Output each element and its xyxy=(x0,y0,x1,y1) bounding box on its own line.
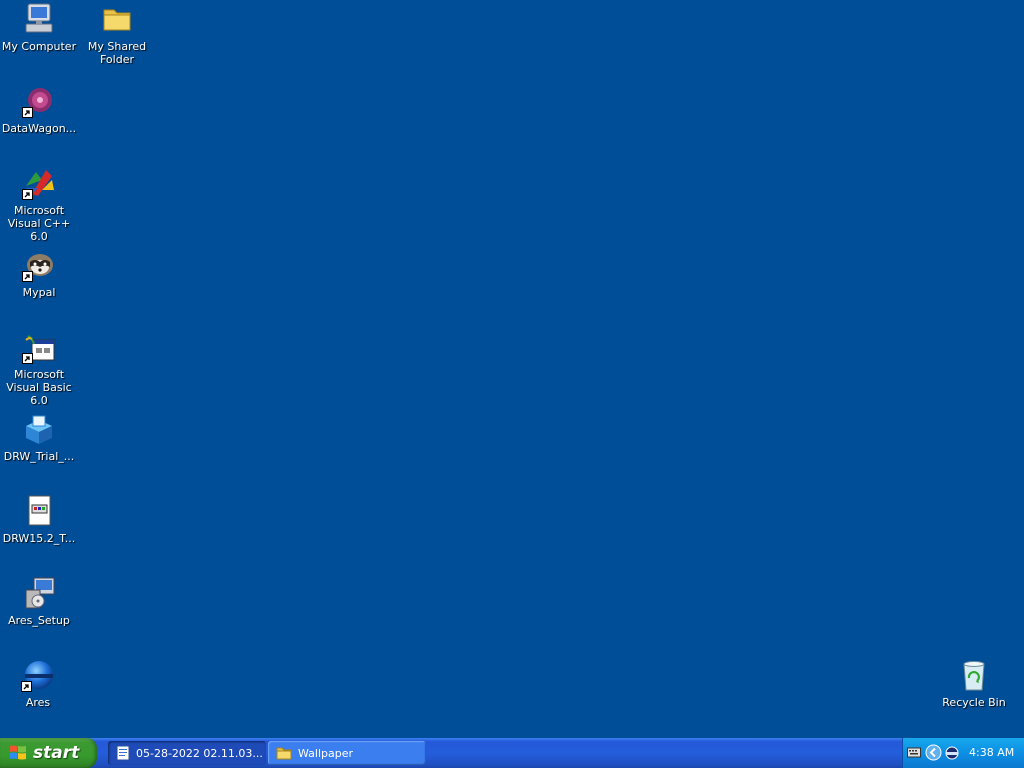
shortcut-arrow-icon xyxy=(22,353,33,364)
taskbar-button-label: 05-28-2022 02.11.03... xyxy=(136,746,263,760)
taskbar-button-document[interactable]: 05-28-2022 02.11.03... xyxy=(108,741,266,765)
desktop-icon-ares-setup[interactable]: Ares_Setup xyxy=(0,576,78,627)
desktop-icon-label: Microsoft Visual C++ 6.0 xyxy=(7,204,71,243)
taskbar: start 05-28-2022 02.11.03... Wallpaper 4… xyxy=(0,738,1024,768)
windows-logo-icon xyxy=(8,742,28,765)
folder-icon xyxy=(276,746,292,760)
shortcut-arrow-icon xyxy=(22,107,33,118)
desktop-icon-label: My Computer xyxy=(1,40,77,53)
desktop-icon-recycle-bin[interactable]: Recycle Bin xyxy=(935,658,1013,709)
desktop-icon-mypal[interactable]: Mypal xyxy=(0,248,78,299)
taskbar-button-wallpaper[interactable]: Wallpaper xyxy=(268,741,426,765)
desktop-icon-label: Mypal xyxy=(22,286,56,299)
desktop-icon-visual-basic[interactable]: Microsoft Visual Basic 6.0 xyxy=(0,330,78,407)
shortcut-arrow-icon xyxy=(22,271,33,282)
ares-globe-icon xyxy=(21,658,55,692)
desktop-icon-my-computer[interactable]: My Computer xyxy=(0,2,78,53)
my-computer-icon xyxy=(22,2,56,36)
start-label: start xyxy=(33,743,80,763)
desktop-icon-label: DataWagon... xyxy=(1,122,77,135)
desktop-icon-label: My Shared Folder xyxy=(87,40,147,66)
desktop: My Computer My Shared Folder DataWagon..… xyxy=(0,0,1024,738)
folder-icon xyxy=(100,2,134,36)
visual-cpp-icon xyxy=(22,166,56,200)
desktop-icon-label: DRW_Trial_... xyxy=(3,450,75,463)
desktop-icon-label: Ares_Setup xyxy=(8,614,70,627)
start-button[interactable]: start xyxy=(0,738,97,768)
datawagon-icon xyxy=(22,84,56,118)
system-tray: 4:38 AM xyxy=(902,738,1024,768)
clock[interactable]: 4:38 AM xyxy=(969,746,1014,759)
desktop-icon-label: Ares xyxy=(25,696,51,709)
desktop-icon-ares[interactable]: Ares xyxy=(0,658,77,709)
network-icon[interactable] xyxy=(945,746,959,763)
desktop-icon-label: Microsoft Visual Basic 6.0 xyxy=(6,368,72,407)
chevron-left-icon[interactable] xyxy=(925,744,942,764)
shortcut-arrow-icon xyxy=(22,189,33,200)
shortcut-arrow-icon xyxy=(21,681,32,692)
mypal-raccoon-icon xyxy=(22,248,56,282)
desktop-icon-drw15[interactable]: DRW15.2_T... xyxy=(0,494,78,545)
recycle-bin-icon xyxy=(957,658,991,692)
desktop-icon-drw-trial[interactable]: DRW_Trial_... xyxy=(0,412,78,463)
desktop-icon-visual-cpp[interactable]: Microsoft Visual C++ 6.0 xyxy=(0,166,78,243)
taskbar-button-label: Wallpaper xyxy=(298,746,354,760)
desktop-icon-my-shared-folder[interactable]: My Shared Folder xyxy=(78,2,156,66)
document-icon xyxy=(22,494,56,528)
document-icon xyxy=(116,745,130,761)
desktop-icon-label: Recycle Bin xyxy=(942,696,1006,709)
desktop-icon-label: DRW15.2_T... xyxy=(2,532,76,545)
visual-basic-icon xyxy=(22,330,56,364)
desktop-icon-datawagon[interactable]: DataWagon... xyxy=(0,84,78,135)
installer-box-icon xyxy=(22,412,56,446)
setup-installer-icon xyxy=(22,576,56,610)
keyboard-icon[interactable] xyxy=(907,746,921,761)
